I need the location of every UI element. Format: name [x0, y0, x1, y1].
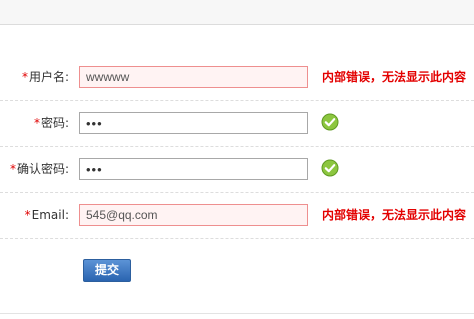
username-label-text: 用户名: [28, 70, 69, 84]
required-mark: * [24, 208, 31, 222]
form-row-username: *用户名: 内部错误，无法显示此内容 [0, 54, 474, 101]
email-input[interactable] [79, 204, 308, 226]
form-row-confirm-password: *确认密码: [0, 146, 474, 193]
registration-page: *用户名: 内部错误，无法显示此内容 *密码: *确认密码: *Email: 内… [0, 0, 474, 319]
form-row-password: *密码: [0, 100, 474, 147]
submit-button[interactable]: 提交 [83, 259, 131, 282]
email-label: *Email: [25, 206, 69, 224]
confirm-password-label: *确认密码: [10, 160, 69, 178]
check-circle-icon [321, 159, 339, 177]
password-label: *密码: [34, 114, 69, 132]
required-mark: * [33, 116, 40, 130]
email-label-text: Email: [31, 208, 69, 222]
form-row-email: *Email: 内部错误，无法显示此内容 [0, 192, 474, 239]
required-mark: * [21, 70, 28, 84]
confirm-password-input[interactable] [79, 158, 308, 180]
required-mark: * [9, 162, 16, 176]
password-input[interactable] [79, 112, 308, 134]
username-label: *用户名: [22, 68, 69, 86]
confirm-password-label-text: 确认密码: [16, 162, 69, 176]
username-input[interactable] [79, 66, 308, 88]
email-error-message: 内部错误，无法显示此内容 [322, 208, 467, 222]
divider [0, 313, 474, 314]
top-strip [0, 0, 474, 25]
check-circle-icon [321, 113, 339, 131]
username-error-message: 内部错误，无法显示此内容 [322, 70, 467, 84]
password-label-text: 密码: [40, 116, 69, 130]
